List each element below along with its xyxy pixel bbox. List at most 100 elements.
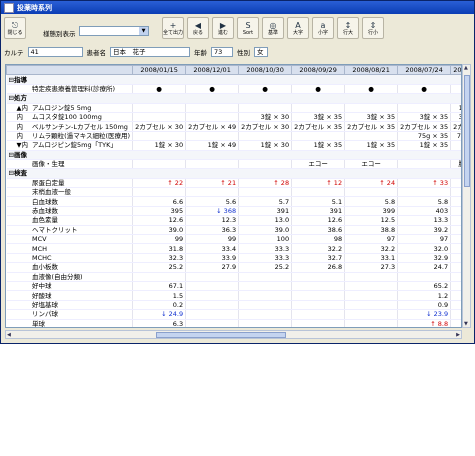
value-cell[interactable] (291, 272, 345, 283)
value-cell[interactable]: 0.9 (397, 300, 451, 311)
value-cell[interactable]: 5.1 (291, 196, 345, 207)
value-cell[interactable]: エコー (291, 159, 345, 170)
value-cell[interactable] (185, 319, 239, 327)
small-font-button[interactable]: a 小字 (312, 17, 334, 39)
data-row[interactable]: 白血球数6.65.65.75.15.85.86 (6, 196, 461, 207)
value-cell[interactable]: 5.8 (397, 196, 451, 207)
value-cell[interactable]: 2カプセ (450, 121, 461, 132)
back-button[interactable]: ◀ 戻る (187, 17, 209, 39)
standard-button[interactable]: ◎ 基準 (262, 17, 284, 39)
value-cell[interactable]: 39.2 (397, 225, 451, 236)
date-header-cell[interactable]: 2008/07/24 (397, 65, 452, 76)
value-cell[interactable]: 33.9 (185, 253, 239, 264)
value-cell[interactable] (132, 112, 186, 123)
data-row[interactable]: 内ベルサンチン-Lカプセル 150mg 2カプセル × 30 2カプセル × 49 2… (6, 121, 461, 132)
value-cell[interactable]: 4 (450, 290, 461, 301)
value-cell[interactable]: 32.9 (397, 253, 451, 264)
large-font-button[interactable]: A 大字 (287, 17, 309, 39)
value-cell[interactable] (185, 187, 239, 198)
value-cell[interactable]: 31.8 (132, 243, 186, 254)
data-row[interactable]: 赤血球数395↓ 3683913913994034 (6, 206, 461, 217)
value-cell[interactable]: 1錠 × 35 (397, 140, 451, 151)
data-row[interactable]: MCH31.833.433.332.232.232.030 (6, 243, 461, 254)
value-cell[interactable]: 391 (238, 206, 292, 217)
date-header-cell[interactable]: 2008/01/15 (132, 65, 187, 76)
data-row[interactable]: ▼内 アムロジピン錠5mg「TYK」 1錠 × 30 1錠 × 49 1錠 × 30 1錠… (6, 140, 461, 151)
value-cell[interactable]: ↑ 33 (397, 178, 451, 189)
data-row[interactable]: ヘマトクリット39.036.339.038.638.839.243 (6, 225, 461, 236)
value-cell[interactable] (185, 103, 239, 113)
value-cell[interactable]: ● (397, 84, 451, 95)
data-row[interactable]: リンパ球↓ 24.9 ↓ 23.926 (6, 309, 461, 320)
value-cell[interactable]: 12.3 (185, 215, 239, 226)
data-row[interactable]: 内リムラ顆粒(過マキス細粒(医療用) 75g × 3575g × (6, 131, 461, 142)
value-cell[interactable]: 12.6 (132, 215, 186, 226)
patient-name-field[interactable]: 日本 花子 (110, 47, 190, 57)
data-row[interactable]: 末梢血液一般 (6, 187, 461, 198)
value-cell[interactable] (397, 103, 451, 113)
forward-button[interactable]: ▶ 進む (212, 17, 234, 39)
section-row[interactable]: ⊟ 画像 (6, 150, 461, 160)
value-cell[interactable]: 2カプセル × 35 (291, 121, 345, 132)
value-cell[interactable]: 32.2 (291, 243, 345, 254)
value-cell[interactable] (291, 300, 345, 311)
value-cell[interactable] (344, 281, 398, 292)
vertical-scroll-thumb[interactable] (464, 75, 470, 187)
value-cell[interactable] (397, 272, 451, 283)
value-cell[interactable]: 32.0 (397, 243, 451, 254)
value-cell[interactable]: 33.3 (238, 253, 292, 264)
value-cell[interactable]: 3錠 × 30 (238, 112, 292, 123)
horizontal-scrollbar[interactable]: ◀ ▶ (5, 330, 462, 339)
data-row[interactable]: 内ムコスタ錠100 100mg 3錠 × 30 3錠 × 35 3錠 × 35 3錠 ×… (6, 112, 461, 123)
value-cell[interactable]: 3錠 × 35 (344, 112, 398, 123)
value-cell[interactable]: 99 (185, 234, 239, 245)
value-cell[interactable] (185, 159, 239, 170)
sex-field[interactable]: 女 (254, 47, 268, 57)
value-cell[interactable]: 1錠 × (450, 103, 461, 113)
value-cell[interactable]: 27.9 (185, 262, 239, 273)
value-cell[interactable]: ↑ 22 (132, 178, 186, 189)
value-cell[interactable]: 75g × (450, 131, 461, 142)
value-cell[interactable]: ● (450, 84, 461, 95)
value-cell[interactable]: 32.3 (132, 253, 186, 264)
value-cell[interactable]: 5.7 (238, 196, 292, 207)
scroll-left-icon[interactable]: ◀ (7, 332, 11, 338)
vertical-scrollbar[interactable]: ▲ ▼ (462, 64, 471, 328)
value-cell[interactable] (185, 290, 239, 301)
date-header-cell[interactable]: 2008/12/01 (185, 65, 240, 76)
value-cell[interactable] (291, 281, 345, 292)
value-cell[interactable]: 3錠 × 35 (397, 112, 451, 123)
data-row[interactable]: 好塩基球0.2 0.90 (6, 300, 461, 311)
value-cell[interactable]: 12.5 (344, 215, 398, 226)
value-cell[interactable]: ↑ (450, 178, 461, 189)
value-cell[interactable] (185, 112, 239, 123)
value-cell[interactable]: 33.3 (238, 243, 292, 254)
scroll-up-icon[interactable]: ▲ (464, 65, 468, 71)
value-cell[interactable]: 0 (450, 300, 461, 311)
value-cell[interactable] (132, 159, 186, 170)
section-row[interactable]: ⊟ 処方 (6, 93, 461, 104)
value-cell[interactable]: 99 (132, 234, 186, 245)
value-cell[interactable]: ● (238, 84, 292, 95)
value-cell[interactable] (238, 187, 292, 198)
scroll-right-icon[interactable]: ▶ (456, 332, 460, 338)
display-mode-select[interactable]: ▼ (79, 26, 149, 36)
value-cell[interactable] (344, 300, 398, 311)
value-cell[interactable]: ● (291, 84, 345, 95)
data-row[interactable]: MCHC32.333.933.332.733.132.9↓ 30 (6, 253, 461, 264)
value-cell[interactable]: 6.3 (132, 319, 186, 327)
date-header-cell[interactable]: 2008/09/29 (291, 65, 346, 76)
value-cell[interactable]: 2カプセル × 35 (397, 121, 451, 132)
value-cell[interactable]: 2カプセル × 30 (132, 121, 186, 132)
value-cell[interactable]: 12.6 (291, 215, 345, 226)
value-cell[interactable] (291, 131, 345, 142)
data-row[interactable]: 血液像(自由分類) (6, 272, 461, 283)
value-cell[interactable]: 100 (238, 234, 292, 245)
value-cell[interactable]: 75g × 35 (397, 131, 451, 142)
value-cell[interactable] (238, 272, 292, 283)
value-cell[interactable] (185, 309, 239, 320)
value-cell[interactable]: 38.8 (344, 225, 398, 236)
value-cell[interactable] (238, 300, 292, 311)
value-cell[interactable]: 1.2 (397, 290, 451, 301)
value-cell[interactable]: ↑ 8 (450, 319, 461, 327)
